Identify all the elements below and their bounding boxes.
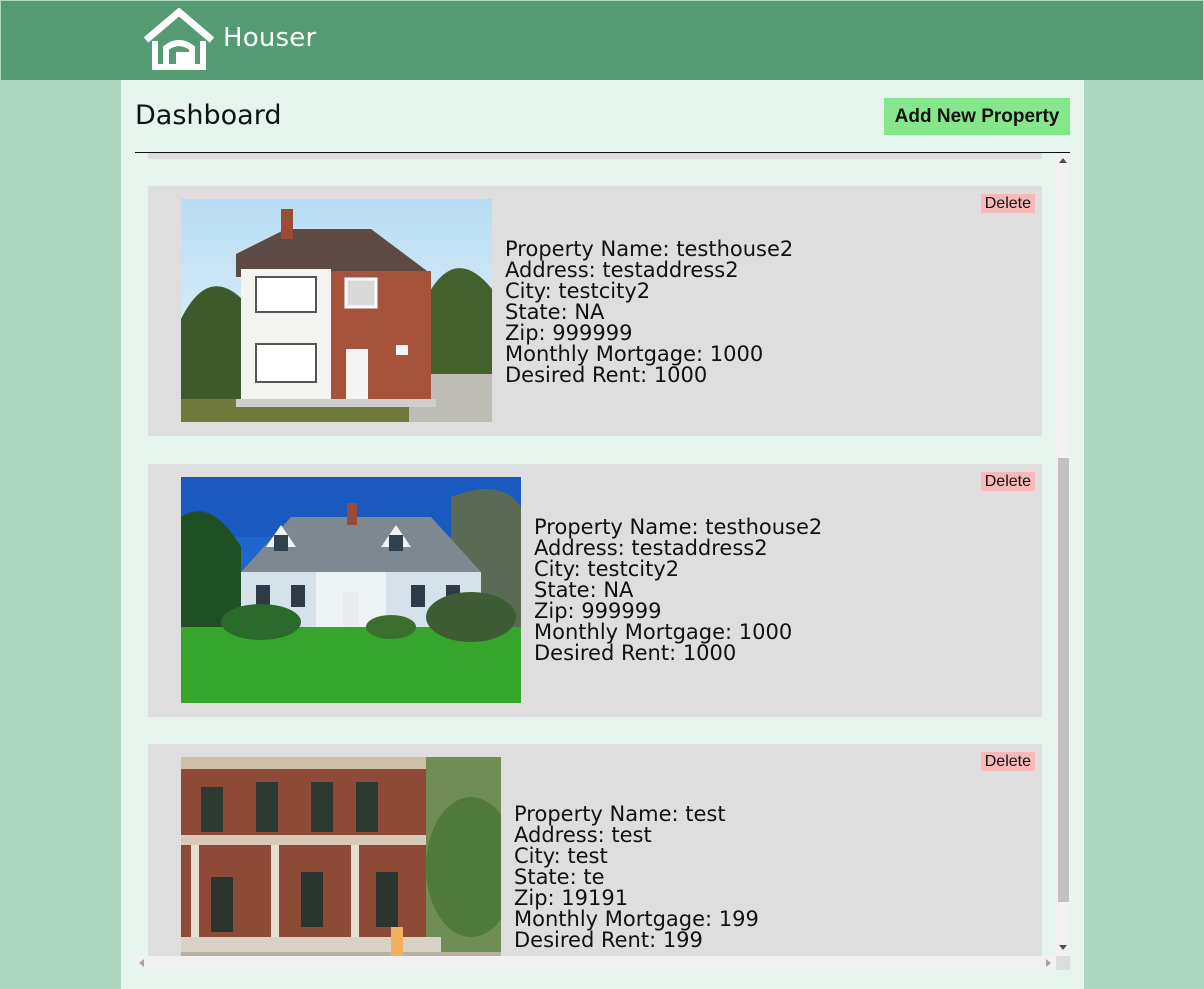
- brand-name[interactable]: Houser: [223, 20, 316, 56]
- property-card-partial: [148, 153, 1042, 159]
- page-title: Dashboard: [135, 100, 282, 131]
- property-name: Property Name: testhouse2: [534, 515, 823, 539]
- property-card: Property Name: test Address: test City: …: [148, 744, 1042, 956]
- property-photo: [181, 757, 501, 956]
- property-state: State: NA: [505, 300, 605, 324]
- property-name: Property Name: testhouse2: [505, 237, 794, 261]
- property-photo: [181, 477, 521, 703]
- property-address: Address: test: [514, 823, 652, 847]
- scroll-left-arrow-icon[interactable]: [139, 959, 144, 967]
- property-details: Property Name: test Address: test City: …: [514, 804, 759, 951]
- property-rent: Desired Rent: 1000: [534, 641, 737, 665]
- property-mortgage: Monthly Mortgage: 1000: [534, 620, 793, 644]
- scroll-down-arrow-icon[interactable]: [1059, 945, 1067, 950]
- scrollbar-corner: [1056, 956, 1070, 970]
- property-card: Property Name: testhouse2 Address: testa…: [148, 186, 1042, 436]
- property-address: Address: testaddress2: [534, 536, 768, 560]
- property-state: State: te: [514, 865, 605, 889]
- property-zip: Zip: 999999: [505, 321, 633, 345]
- property-mortgage: Monthly Mortgage: 1000: [505, 342, 764, 366]
- vertical-scrollbar[interactable]: [1056, 153, 1070, 956]
- property-rent: Desired Rent: 199: [514, 928, 703, 952]
- add-new-property-button[interactable]: Add New Property: [884, 98, 1070, 135]
- scroll-right-arrow-icon[interactable]: [1046, 959, 1051, 967]
- property-city: City: testcity2: [534, 557, 680, 581]
- property-mortgage: Monthly Mortgage: 199: [514, 907, 759, 931]
- property-name: Property Name: test: [514, 802, 726, 826]
- property-rent: Desired Rent: 1000: [505, 363, 708, 387]
- delete-property-button[interactable]: Delete: [980, 194, 1035, 213]
- property-address: Address: testaddress2: [505, 258, 739, 282]
- property-card: Property Name: testhouse2 Address: testa…: [148, 464, 1042, 717]
- app-header: Houser: [1, 1, 1203, 80]
- property-zip: Zip: 999999: [534, 599, 662, 623]
- house-icon[interactable]: [142, 7, 216, 70]
- property-details: Property Name: testhouse2 Address: testa…: [534, 517, 822, 664]
- dashboard-panel: Dashboard Add New Property Property Name…: [121, 80, 1084, 989]
- property-details: Property Name: testhouse2 Address: testa…: [505, 239, 793, 386]
- delete-property-button[interactable]: Delete: [980, 472, 1035, 491]
- property-city: City: testcity2: [505, 279, 651, 303]
- delete-property-button[interactable]: Delete: [980, 752, 1035, 771]
- scroll-up-arrow-icon[interactable]: [1059, 158, 1067, 163]
- property-list-scroll-area[interactable]: Property Name: testhouse2 Address: testa…: [135, 153, 1042, 956]
- property-city: City: test: [514, 844, 608, 868]
- vertical-scrollbar-thumb[interactable]: [1058, 458, 1069, 902]
- property-zip: Zip: 19191: [514, 886, 629, 910]
- property-photo: [181, 199, 492, 422]
- property-state: State: NA: [534, 578, 634, 602]
- horizontal-scrollbar[interactable]: [135, 956, 1056, 970]
